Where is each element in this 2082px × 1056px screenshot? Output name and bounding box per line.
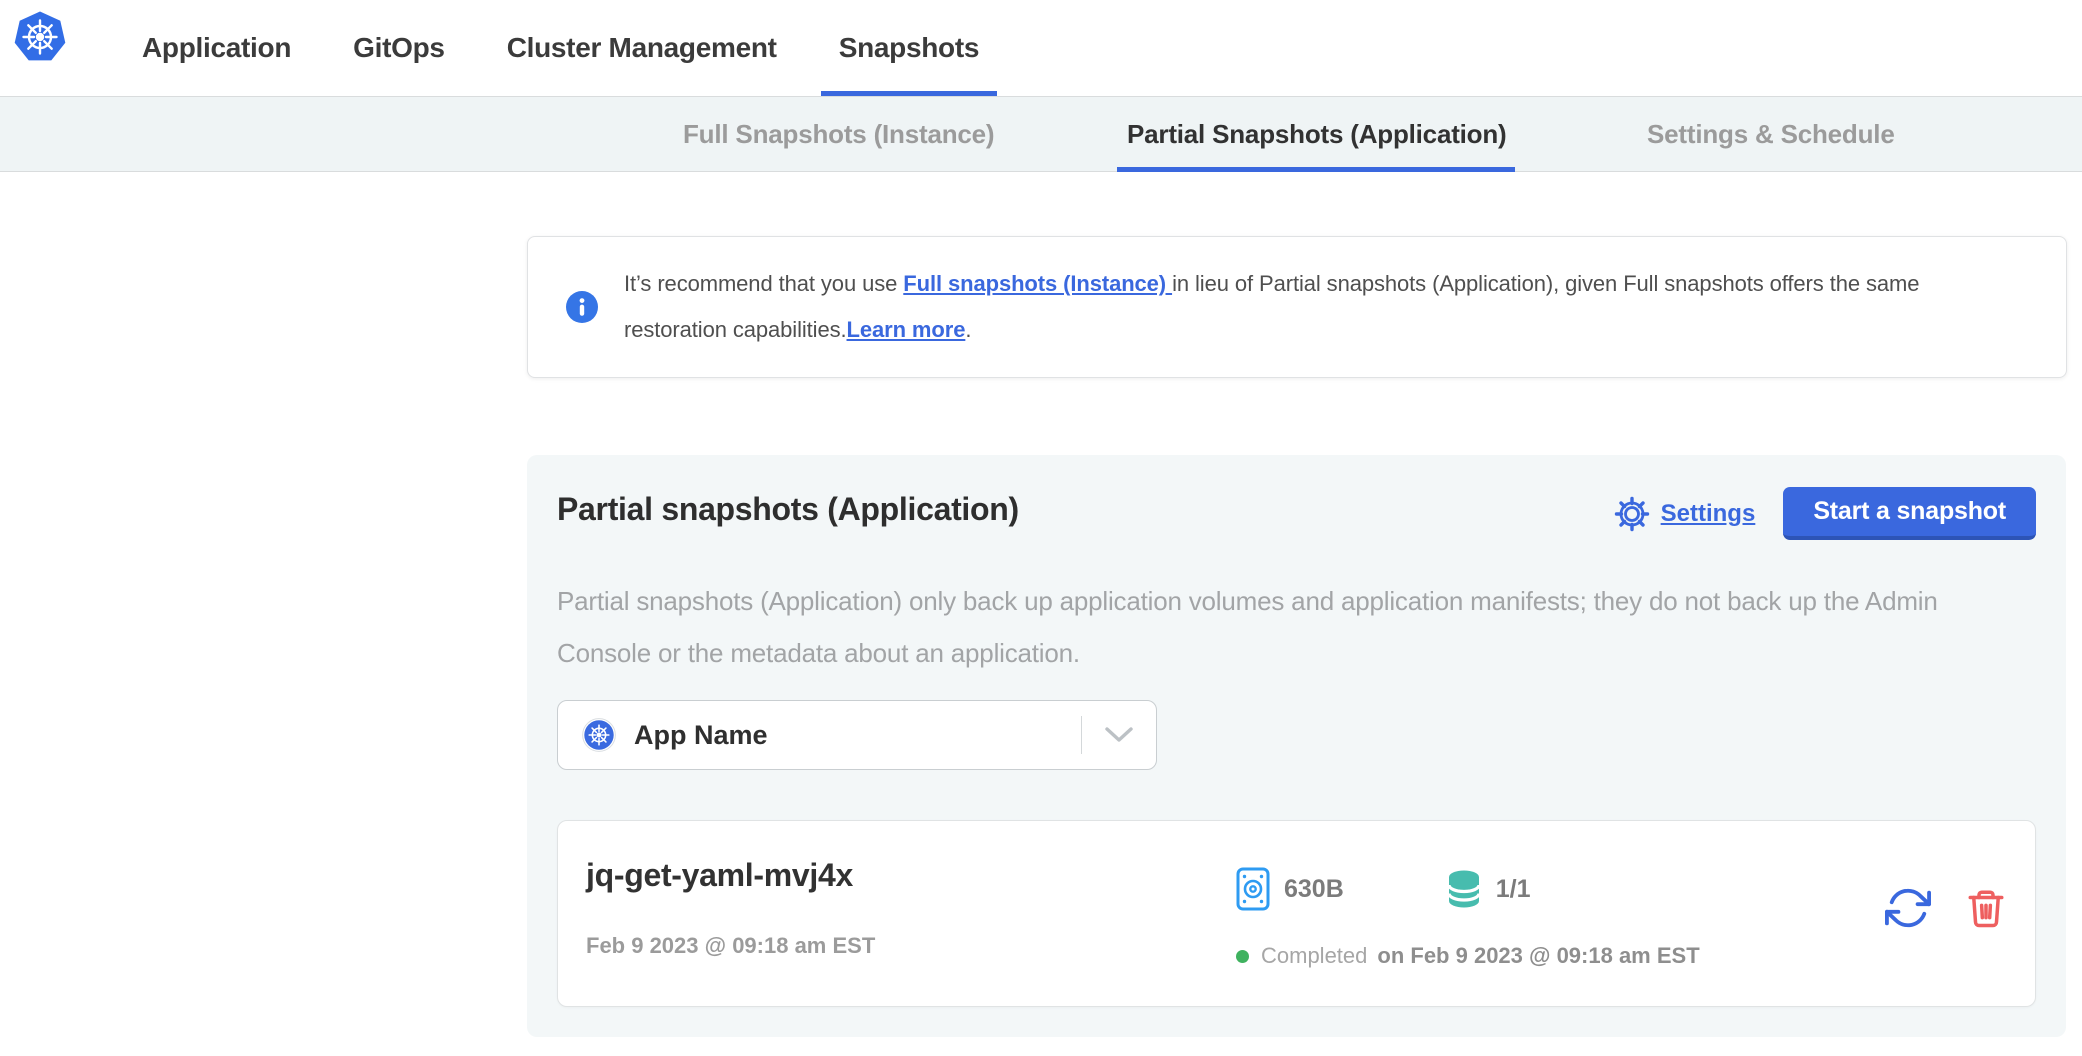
- chevron-down-icon: [1082, 726, 1156, 744]
- snapshot-status: Completed on Feb 9 2023 @ 09:18 am EST: [1236, 943, 1700, 969]
- snapshot-size: 630B: [1284, 875, 1344, 904]
- panel-description: Partial snapshots (Application) only bac…: [557, 575, 2012, 679]
- status-detail: on Feb 9 2023 @ 09:18 am EST: [1377, 943, 1699, 969]
- snapshot-metrics: 630B 1/1: [1236, 867, 1531, 911]
- app-name-value: App Name: [634, 720, 1081, 751]
- banner-text-segment: It’s recommend that you use: [624, 271, 903, 296]
- nav-item-cluster-management[interactable]: Cluster Management: [507, 0, 777, 96]
- restore-icon: [1885, 885, 1931, 931]
- delete-snapshot-button[interactable]: [1965, 885, 2007, 931]
- tab-full-snapshots-instance[interactable]: Full Snapshots (Instance): [683, 97, 994, 171]
- green-dot-icon: [1236, 950, 1249, 963]
- nav-item-gitops[interactable]: GitOps: [353, 0, 445, 96]
- banner-text: It’s recommend that you use Full snapsho…: [624, 261, 2014, 353]
- panel-header-actions: Settings Start a snapshot: [1613, 487, 2036, 540]
- kubernetes-logo-icon: [14, 11, 66, 63]
- kots-admin-console: Application GitOps Cluster Management Sn…: [0, 0, 2082, 1056]
- top-nav: Application GitOps Cluster Management Sn…: [0, 0, 2082, 96]
- snapshot-actions: [1885, 885, 2007, 931]
- disk-icon: [1236, 867, 1270, 911]
- learn-more-link[interactable]: Learn more: [847, 317, 966, 342]
- snapshot-date: Feb 9 2023 @ 09:18 am EST: [586, 933, 875, 959]
- full-snapshots-instance-link[interactable]: Full snapshots (Instance): [903, 271, 1172, 296]
- tab-partial-snapshots-application[interactable]: Partial Snapshots (Application): [1127, 97, 1507, 171]
- restore-snapshot-button[interactable]: [1885, 885, 1931, 931]
- settings-link-label: Settings: [1661, 500, 1756, 528]
- snapshot-name: jq-get-yaml-mvj4x: [586, 857, 853, 894]
- partial-snapshots-panel: Partial snapshots (Application): [527, 455, 2066, 1037]
- snapshot-settings-link[interactable]: Settings: [1613, 495, 1756, 533]
- database-icon: [1446, 868, 1482, 910]
- snapshot-volume-count: 1/1: [1496, 875, 1531, 904]
- panel-title: Partial snapshots (Application): [557, 491, 1019, 528]
- kubernetes-app-icon: [582, 718, 616, 752]
- snapshot-size-metric: 630B: [1236, 867, 1344, 911]
- info-icon: [566, 291, 598, 323]
- tab-settings-schedule[interactable]: Settings & Schedule: [1647, 97, 1895, 171]
- status-label: Completed: [1261, 943, 1367, 969]
- snapshot-row: jq-get-yaml-mvj4x Feb 9 2023 @ 09:18 am …: [557, 820, 2036, 1007]
- nav-item-snapshots[interactable]: Snapshots: [839, 0, 979, 96]
- snapshots-sub-nav: Full Snapshots (Instance) Partial Snapsh…: [0, 96, 2082, 172]
- top-nav-items: Application GitOps Cluster Management Sn…: [0, 0, 2082, 96]
- trash-icon: [1965, 885, 2007, 931]
- nav-item-application[interactable]: Application: [142, 0, 291, 96]
- info-banner: It’s recommend that you use Full snapsho…: [527, 236, 2067, 378]
- gear-icon: [1613, 495, 1651, 533]
- snapshot-volumes-metric: 1/1: [1446, 868, 1531, 910]
- banner-text-segment: .: [965, 317, 971, 342]
- app-name-dropdown[interactable]: App Name: [557, 700, 1157, 770]
- start-snapshot-button[interactable]: Start a snapshot: [1783, 487, 2036, 540]
